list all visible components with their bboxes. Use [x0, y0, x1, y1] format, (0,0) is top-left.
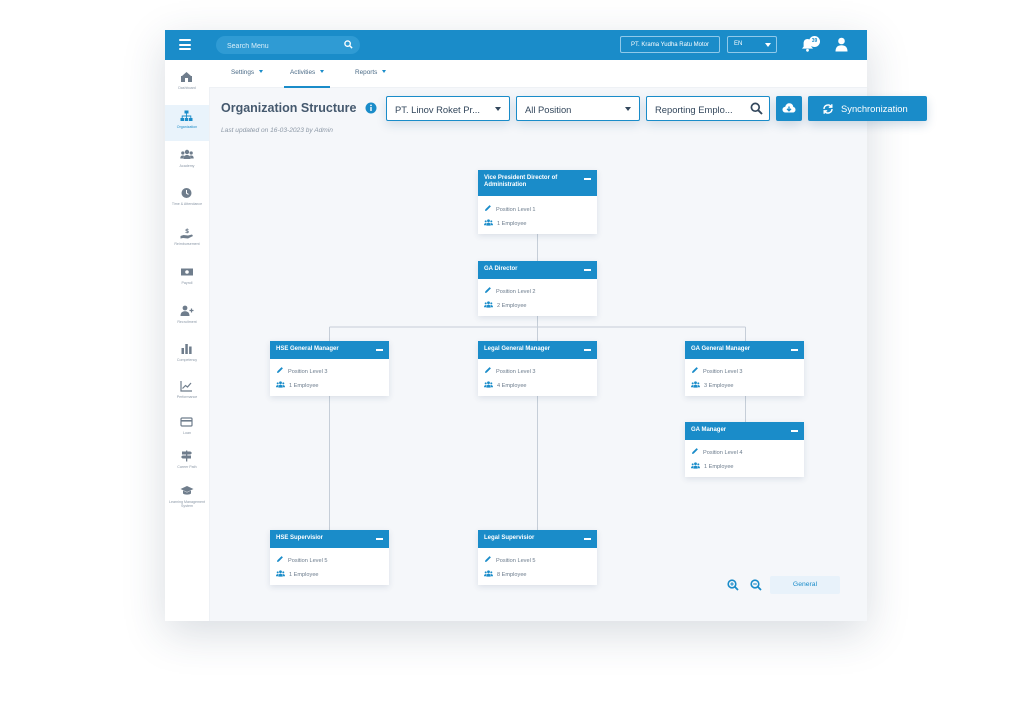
org-node-level: Position Level 5 — [484, 555, 536, 564]
org-node-header: GA Director — [478, 261, 597, 279]
collapse-icon[interactable] — [376, 349, 383, 351]
org-node-employees: 1 Employee — [484, 219, 527, 227]
org-node[interactable]: HSE General Manager Position Level 3 1 E… — [270, 341, 389, 396]
org-node-title: GA Manager — [691, 427, 727, 433]
people-icon — [484, 381, 493, 388]
people-icon — [276, 381, 285, 388]
org-node-level-text: Position Level 4 — [703, 450, 743, 456]
pencil-icon — [485, 556, 491, 562]
org-node-employees: 8 Employee — [484, 570, 527, 578]
collapse-icon[interactable] — [584, 538, 591, 540]
people-icon — [691, 381, 700, 388]
collapse-icon[interactable] — [584, 178, 591, 180]
people-icon — [484, 570, 493, 577]
general-view-button[interactable]: General — [770, 576, 840, 594]
org-node-employees: 4 Employee — [484, 381, 527, 389]
org-node-title: GA Director — [484, 266, 518, 272]
pencil-icon — [485, 287, 491, 293]
org-node-level-text: Position Level 3 — [288, 369, 328, 375]
zoom-out-icon[interactable] — [750, 579, 762, 591]
org-node-level-text: Position Level 3 — [703, 369, 743, 375]
collapse-icon[interactable] — [791, 349, 798, 351]
org-node-employees-text: 8 Employee — [497, 572, 527, 578]
org-node-employees: 1 Employee — [276, 570, 319, 578]
org-node-level: Position Level 5 — [276, 555, 328, 564]
org-node-title: Legal General Manager — [484, 346, 551, 352]
org-node-level-text: Position Level 1 — [496, 207, 536, 213]
org-node-level: Position Level 1 — [484, 204, 536, 213]
collapse-icon[interactable] — [791, 430, 798, 432]
org-node-header: GA General Manager — [685, 341, 804, 359]
org-node-level: Position Level 3 — [484, 366, 536, 375]
org-node-title: HSE General Manager — [276, 346, 339, 352]
org-node-employees-text: 1 Employee — [497, 221, 527, 227]
pencil-icon — [485, 205, 491, 211]
org-node-level: Position Level 2 — [484, 286, 536, 295]
org-node-level: Position Level 4 — [691, 447, 743, 456]
org-node-employees: 1 Employee — [276, 381, 319, 389]
org-node-level: Position Level 3 — [276, 366, 328, 375]
app-window: PT. Krama Yudha Ratu Motor EN 39 Dashboa… — [165, 30, 927, 621]
org-node[interactable]: Vice President Director of Administratio… — [478, 170, 597, 234]
pencil-icon — [277, 556, 283, 562]
collapse-icon[interactable] — [584, 269, 591, 271]
org-node-header: Legal General Manager — [478, 341, 597, 359]
zoom-in-icon[interactable] — [727, 579, 739, 591]
org-node-level-text: Position Level 3 — [496, 369, 536, 375]
org-node-level-text: Position Level 2 — [496, 289, 536, 295]
org-node-level-text: Position Level 5 — [288, 558, 328, 564]
org-node-header: HSE Supervisior — [270, 530, 389, 548]
org-node[interactable]: GA General Manager Position Level 3 3 Em… — [685, 341, 804, 396]
org-node[interactable]: GA Manager Position Level 4 1 Employee — [685, 422, 804, 477]
pencil-icon — [277, 367, 283, 373]
pencil-icon — [485, 367, 491, 373]
org-node-employees-text: 1 Employee — [289, 383, 319, 389]
org-node[interactable]: Legal General Manager Position Level 3 4… — [478, 341, 597, 396]
org-node[interactable]: Legal Supervisior Position Level 5 8 Emp… — [478, 530, 597, 585]
org-node[interactable]: HSE Supervisior Position Level 5 1 Emplo… — [270, 530, 389, 585]
org-node-employees-text: 1 Employee — [289, 572, 319, 578]
org-node-title: GA General Manager — [691, 346, 751, 352]
people-icon — [484, 219, 493, 226]
org-node-employees-text: 2 Employee — [497, 303, 527, 309]
collapse-icon[interactable] — [376, 538, 383, 540]
collapse-icon[interactable] — [584, 349, 591, 351]
org-node-level-text: Position Level 5 — [496, 558, 536, 564]
org-node-employees: 2 Employee — [484, 301, 527, 309]
org-node-title: Legal Supervisior — [484, 535, 535, 541]
org-node-employees: 3 Employee — [691, 381, 734, 389]
org-node-title: Vice President Director of Administratio… — [484, 175, 558, 189]
pencil-icon — [692, 448, 698, 454]
org-node-header: GA Manager — [685, 422, 804, 440]
org-node-employees-text: 1 Employee — [704, 464, 734, 470]
pencil-icon — [692, 367, 698, 373]
org-node-header: HSE General Manager — [270, 341, 389, 359]
people-icon — [691, 462, 700, 469]
people-icon — [484, 301, 493, 308]
org-node-level: Position Level 3 — [691, 366, 743, 375]
org-node[interactable]: GA Director Position Level 2 2 Employee — [478, 261, 597, 316]
org-node-header: Legal Supervisior — [478, 530, 597, 548]
org-node-title: HSE Supervisior — [276, 535, 324, 541]
org-node-employees-text: 4 Employee — [497, 383, 527, 389]
people-icon — [276, 570, 285, 577]
org-node-header: Vice President Director of Administratio… — [478, 170, 597, 196]
org-node-employees-text: 3 Employee — [704, 383, 734, 389]
org-node-employees: 1 Employee — [691, 462, 734, 470]
